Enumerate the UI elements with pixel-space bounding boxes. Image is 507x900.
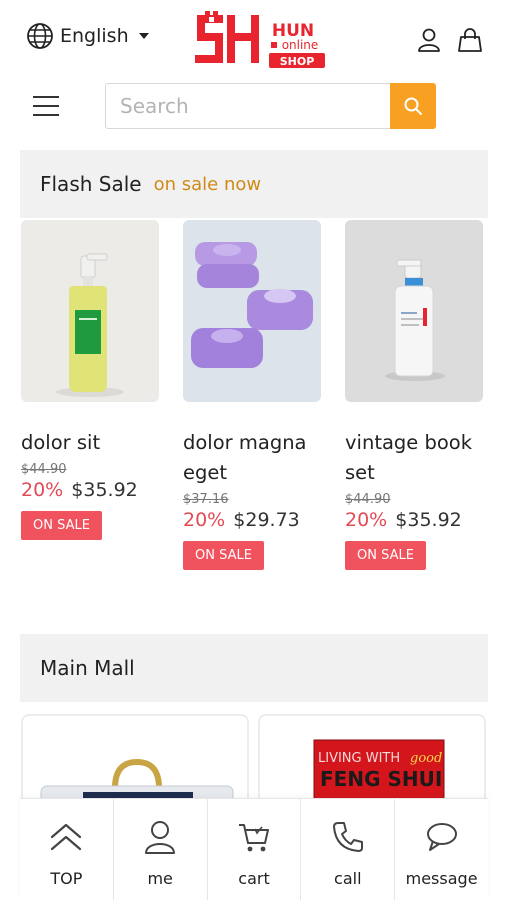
user-icon[interactable]: [416, 27, 442, 53]
user-icon: [145, 821, 176, 854]
product-image-soap-bottle[interactable]: [21, 220, 159, 402]
main-mall-title: Main Mall: [40, 656, 135, 680]
flash-sale-title: Flash Sale: [40, 172, 142, 196]
nav-label-me: me: [147, 869, 173, 888]
logo-word-online: online: [282, 38, 319, 52]
nav-call-button[interactable]: call: [301, 799, 396, 900]
globe-icon: [27, 23, 53, 49]
nav-label-cart: cart: [238, 869, 270, 888]
logo-word-shop: SHOP: [280, 55, 315, 68]
product-price: $35.92: [395, 509, 462, 531]
product-old-price: $37.16: [183, 492, 229, 507]
book-caption-feng-shui: FENG SHUI: [320, 767, 442, 791]
main-mall-header: Main Mall: [20, 634, 488, 702]
product-image-lotion-bottle[interactable]: [345, 220, 483, 402]
language-label: English: [60, 25, 129, 47]
product-old-price: $44.90: [21, 462, 67, 477]
product-price: $35.92: [71, 479, 138, 501]
on-sale-badge[interactable]: ON SALE: [345, 541, 426, 570]
hamburger-menu-icon[interactable]: [33, 96, 59, 118]
on-sale-badge[interactable]: ON SALE: [183, 541, 264, 570]
search-icon: [404, 97, 422, 115]
product-price-line: 20% $35.92: [21, 479, 161, 501]
flash-sale-header: Flash Sale on sale now: [20, 150, 488, 218]
nav-label-top: TOP: [50, 869, 83, 888]
header: English HUN online SHOP: [0, 0, 507, 80]
shopping-bag-icon[interactable]: [457, 27, 483, 53]
language-selector[interactable]: English: [26, 22, 149, 50]
chevron-down-icon: [138, 33, 149, 39]
cart-icon: [238, 824, 269, 852]
product-card[interactable]: vintage book set $44.90 20% $35.92 ON SA…: [345, 220, 485, 570]
bottom-nav: TOP me cart call message: [20, 798, 488, 900]
nav-label-call: call: [334, 869, 362, 888]
phone-icon: [332, 822, 363, 852]
product-card[interactable]: dolor sit $44.90 20% $35.92 ON SALE: [21, 220, 161, 540]
product-discount: 20%: [345, 509, 388, 531]
nav-label-message: message: [405, 869, 478, 888]
chat-icon: [426, 823, 457, 851]
on-sale-badge[interactable]: ON SALE: [21, 511, 102, 540]
nav-top-button[interactable]: TOP: [20, 799, 114, 900]
nav-me-button[interactable]: me: [114, 799, 208, 900]
product-price-line: 20% $35.92: [345, 509, 485, 531]
product-old-price: $44.90: [345, 492, 391, 507]
product-name[interactable]: dolor sit: [21, 428, 161, 458]
search-input[interactable]: [105, 83, 390, 129]
shop-logo[interactable]: HUN online SHOP: [193, 9, 329, 69]
product-price-line: 20% $29.73: [183, 509, 323, 531]
book-caption-living-with: LIVING WITH: [318, 751, 400, 766]
product-card[interactable]: dolor magna eget $37.16 20% $29.73 ON SA…: [183, 220, 323, 570]
flash-sale-subtitle[interactable]: on sale now: [154, 174, 262, 195]
book-caption-good: good: [410, 751, 442, 766]
chevron-up-icon: [51, 823, 82, 851]
product-discount: 20%: [183, 509, 226, 531]
product-discount: 20%: [21, 479, 64, 501]
product-price: $29.73: [233, 509, 300, 531]
search-bar: [105, 83, 436, 129]
product-name[interactable]: dolor magna eget: [183, 428, 323, 488]
nav-message-button[interactable]: message: [395, 799, 488, 900]
product-image-wipes[interactable]: [183, 220, 321, 402]
nav-cart-button[interactable]: cart: [208, 799, 302, 900]
search-button[interactable]: [390, 83, 436, 129]
product-name[interactable]: vintage book set: [345, 428, 485, 488]
